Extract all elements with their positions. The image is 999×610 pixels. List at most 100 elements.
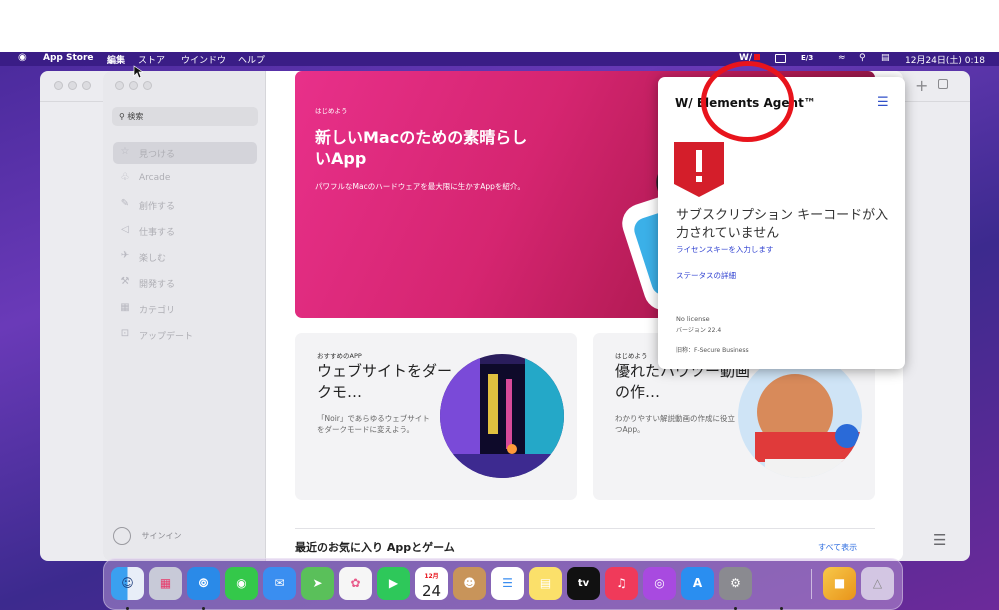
sidebar-item-discover[interactable]: ☆ 見つける: [113, 142, 257, 164]
apple-menu-icon[interactable]: ◉: [18, 52, 27, 63]
hero-eyebrow: はじめよう: [315, 107, 348, 115]
see-all-link[interactable]: すべて表示: [818, 542, 857, 553]
mouse-cursor-icon: [133, 65, 143, 79]
card-description: わかりやすい解説動画の作成に役立つApp。: [615, 414, 735, 434]
photos-icon[interactable]: ✿: [339, 567, 372, 600]
hamburger-menu-icon[interactable]: ☰: [877, 95, 889, 110]
apple-tv-icon[interactable]: tv: [567, 567, 600, 600]
brand-logo-icon: W/: [675, 96, 693, 110]
search-input[interactable]: ⚲ 検索: [112, 107, 258, 126]
trash-icon[interactable]: △: [861, 567, 894, 600]
back-close-button[interactable]: [54, 81, 63, 90]
calendar-icon[interactable]: 12月 24: [415, 567, 448, 600]
add-icon[interactable]: +: [915, 76, 928, 95]
hammer-icon: ⚒: [120, 276, 130, 287]
mail-icon[interactable]: ✉: [263, 567, 296, 600]
license-status: No license: [676, 315, 710, 323]
download-icon: ⊡: [120, 328, 130, 339]
menu-bar: ◉ App Store 編集 ストア ウインドウ ヘルプ W/ E/3 ≈ ⚲ …: [0, 52, 999, 66]
notes-icon[interactable]: ▤: [529, 567, 562, 600]
avatar-icon: [113, 527, 131, 545]
contacts-icon[interactable]: ☻: [453, 567, 486, 600]
podcasts-icon[interactable]: ◎: [643, 567, 676, 600]
search-icon: ⚲: [119, 112, 125, 121]
tv-label: tv: [577, 578, 590, 589]
sidebar-item-play[interactable]: ✈ 楽しむ: [113, 246, 257, 268]
grid-icon: ▦: [120, 302, 130, 313]
sidebar-item-updates[interactable]: ⊡ アップデート: [113, 324, 257, 346]
sidebar-item-create[interactable]: ✎ 創作する: [113, 194, 257, 216]
card-description: 「Noir」であらゆるウェブサイトをダークモードに変えよう。: [317, 414, 430, 434]
app-menu[interactable]: App Store: [43, 53, 94, 63]
spotlight-search-icon[interactable]: ⚲: [859, 53, 866, 63]
sidebar-item-label: Arcade: [139, 173, 171, 183]
menu-edit[interactable]: 編集: [107, 53, 125, 66]
minimize-button[interactable]: [129, 81, 138, 90]
dock-divider: [811, 569, 812, 599]
package-installer-icon[interactable]: ■: [823, 567, 856, 600]
sidebar-item-label: 創作する: [139, 202, 176, 212]
facetime-icon[interactable]: ▶: [377, 567, 410, 600]
sliders-icon[interactable]: ☰: [933, 531, 946, 549]
enter-license-key-link[interactable]: ライセンスキーを入力します: [676, 244, 773, 255]
menu-help[interactable]: ヘルプ: [238, 53, 265, 66]
music-icon[interactable]: ♫: [605, 567, 638, 600]
control-center-icon[interactable]: ▤: [881, 53, 890, 63]
finder-icon[interactable]: ☺: [111, 567, 144, 600]
former-name-label: 旧称：F-Secure Business: [676, 347, 749, 354]
alert-shield-icon: [674, 142, 724, 197]
screen-mirroring-icon[interactable]: [775, 54, 786, 63]
maps-icon[interactable]: ➤: [301, 567, 334, 600]
menu-window[interactable]: ウインドウ: [181, 53, 226, 66]
system-preferences-icon[interactable]: ⚙: [719, 567, 752, 600]
sidebar-item-label: 開発する: [139, 280, 176, 290]
section-divider: [295, 528, 875, 529]
hero-title: 新しいMacのための素晴らしいApp: [315, 128, 528, 168]
card-eyebrow: おすすめのAPP: [317, 352, 362, 360]
sidebar-item-label: アップデート: [139, 332, 194, 342]
back-minimize-button[interactable]: [68, 81, 77, 90]
hero-description: パワフルなMacのハードウェアを最大限に生かすAppを紹介。: [315, 182, 525, 191]
sidebar-item-label: カテゴリ: [139, 306, 176, 316]
sidebar-item-arcade[interactable]: ♧ Arcade: [113, 168, 257, 190]
back-zoom-button[interactable]: [82, 81, 91, 90]
sidebar-item-work[interactable]: ◁ 仕事する: [113, 220, 257, 242]
duplicate-icon[interactable]: [938, 79, 948, 89]
sidebar-item-label: 楽しむ: [139, 254, 167, 264]
safari-icon[interactable]: ⦾: [187, 567, 220, 600]
messages-icon[interactable]: ◉: [225, 567, 258, 600]
rocket-icon: ✈: [120, 250, 130, 261]
menu-clock[interactable]: 12月24日(土) 0:18: [905, 53, 985, 66]
card-illustration-dark-room: [440, 354, 564, 478]
app-store-icon[interactable]: A: [681, 567, 714, 600]
star-icon: ☆: [120, 146, 130, 157]
zoom-button[interactable]: [143, 81, 152, 90]
reminders-icon[interactable]: ☰: [491, 567, 524, 600]
joystick-icon: ♧: [120, 172, 130, 183]
calendar-day: 24: [421, 582, 442, 600]
card-eyebrow: はじめよう: [615, 352, 648, 360]
launchpad-icon[interactable]: ▦: [149, 567, 182, 600]
brush-icon: ✎: [120, 198, 130, 209]
section-title: 最近のお気に入り Appとゲーム: [295, 541, 455, 554]
sign-in-button[interactable]: サインイン: [113, 527, 182, 545]
search-placeholder: 検索: [127, 112, 144, 121]
paper-plane-icon: ◁: [121, 224, 129, 235]
red-circle-annotation: [701, 61, 794, 142]
sidebar-item-categories[interactable]: ▦ カテゴリ: [113, 298, 257, 320]
input-source-icon[interactable]: E/3: [801, 54, 813, 62]
sidebar-item-label: 見つける: [139, 150, 176, 160]
sign-in-label: サインイン: [141, 531, 182, 541]
sidebar-item-label: 仕事する: [139, 228, 176, 238]
popup-heading: サブスクリプション キーコードが入力されていません: [676, 208, 889, 241]
sidebar: ⚲ 検索 ☆ 見つける ♧ Arcade ✎ 創作する ◁ 仕事する ✈ 楽しむ: [103, 71, 266, 561]
sidebar-item-develop[interactable]: ⚒ 開発する: [113, 272, 257, 294]
featured-card-noir[interactable]: おすすめのAPP ウェブサイトをダークモ… 「Noir」であらゆるウェブサイトを…: [295, 333, 577, 500]
desktop: ◉ App Store 編集 ストア ウインドウ ヘルプ W/ E/3 ≈ ⚲ …: [0, 52, 999, 610]
card-illustration-video: [738, 354, 862, 478]
card-title: ウェブサイトをダークモ…: [317, 362, 453, 401]
version-label: バージョン 22.4: [676, 327, 722, 334]
wifi-icon[interactable]: ≈: [838, 53, 846, 63]
close-button[interactable]: [115, 81, 124, 90]
status-details-link[interactable]: ステータスの詳細: [676, 270, 736, 281]
